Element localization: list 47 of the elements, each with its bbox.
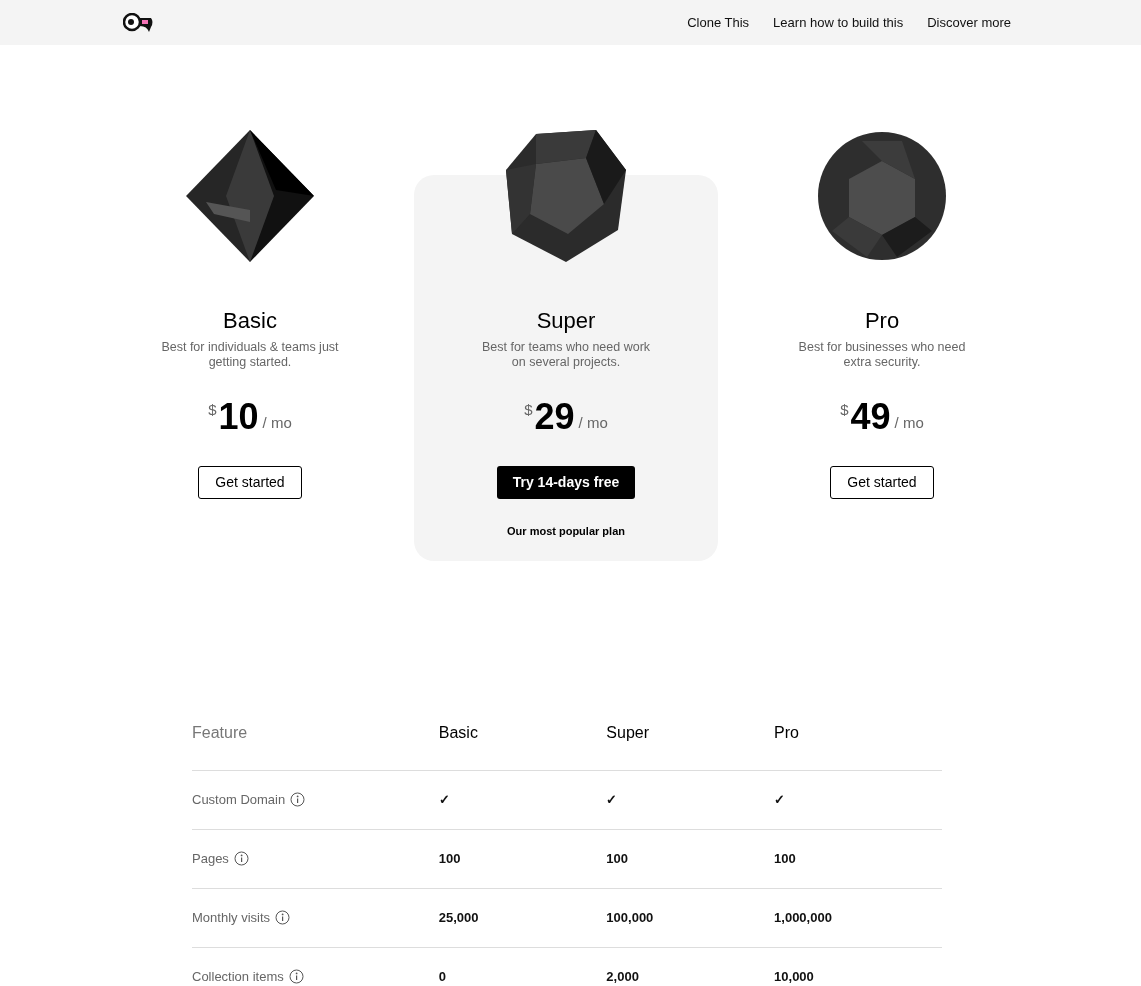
table-cell: 2,000: [606, 947, 775, 986]
price-period: / mo: [262, 412, 292, 433]
get-started-button[interactable]: Get started: [830, 466, 934, 499]
table-cell: ✓: [438, 770, 607, 829]
feature-name: Custom Domain: [192, 790, 286, 809]
info-icon[interactable]: [233, 851, 249, 866]
plan-name: Basic: [223, 307, 277, 335]
logo-icon: [123, 12, 155, 33]
popular-plan-note: Our most popular plan: [507, 524, 625, 539]
column-header: Pro: [774, 711, 942, 770]
plan-description: Best for individuals & teams just getting started.: [160, 340, 340, 370]
table-cell: 25,000: [438, 888, 607, 947]
free-trial-button[interactable]: Try 14-days free: [496, 466, 636, 499]
table-cell: 100: [606, 829, 775, 888]
plan-price: 49: [850, 398, 891, 436]
table-cell: 100: [774, 829, 942, 888]
table-cell: ✓: [774, 770, 942, 829]
get-started-button[interactable]: Get started: [198, 466, 302, 499]
table-cell: 10,000: [774, 947, 942, 986]
nav-link[interactable]: Clone This: [687, 12, 750, 33]
table-cell: 0: [438, 947, 607, 986]
table-cell: 100: [438, 829, 607, 888]
currency-symbol: $: [840, 400, 849, 420]
plan-description: Best for teams who need work on several projects.: [480, 340, 652, 370]
table-cell: ✓: [606, 770, 775, 829]
plan-price: 29: [534, 398, 575, 436]
column-header: Feature: [192, 711, 439, 770]
table-cell: 1,000,000: [774, 888, 942, 947]
currency-symbol: $: [524, 400, 533, 420]
table-cell: 100,000: [606, 888, 775, 947]
currency-symbol: $: [208, 400, 217, 420]
feature-name: Collection items: [192, 967, 284, 986]
info-icon[interactable]: [290, 792, 306, 807]
info-icon[interactable]: [275, 910, 291, 925]
plan-price: 10: [218, 398, 259, 436]
column-header: Super: [606, 711, 775, 770]
nav-link[interactable]: Learn how to build this: [773, 12, 904, 33]
info-icon[interactable]: [288, 969, 304, 984]
plan-name: Super: [536, 307, 596, 335]
feature-name: Monthly visits: [192, 908, 271, 927]
price-period: / mo: [578, 412, 608, 433]
price-period: / mo: [894, 412, 924, 433]
feature-name: Pages: [192, 849, 229, 868]
nav-link[interactable]: Discover more: [927, 12, 1011, 33]
plan-name: Pro: [864, 307, 900, 335]
column-header: Basic: [438, 711, 607, 770]
plan-description: Best for businesses who need extra security.: [797, 340, 967, 370]
